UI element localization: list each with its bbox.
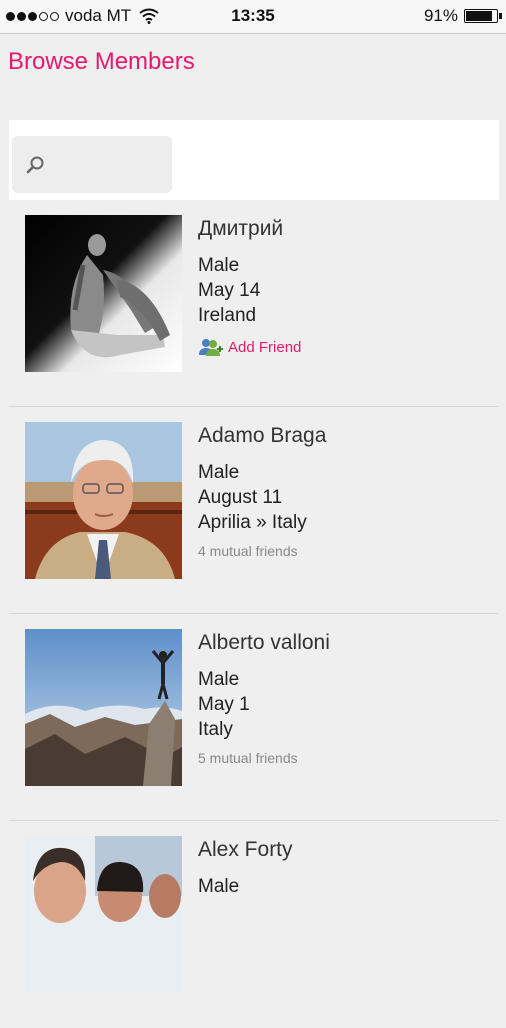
member-birthday: May 14: [198, 280, 261, 301]
add-friend-label[interactable]: Add Friend: [228, 339, 301, 356]
mutual-friends[interactable]: 5 mutual friends: [198, 750, 498, 766]
list-item[interactable]: Adamo Braga Male August 11 Aprilia » Ita…: [9, 407, 498, 614]
add-friend-button[interactable]: Add Friend: [198, 337, 498, 357]
search-input[interactable]: [52, 136, 171, 195]
member-name[interactable]: Adamo Braga: [198, 424, 498, 448]
avatar[interactable]: [25, 422, 182, 579]
member-name[interactable]: Alberto valloni: [198, 631, 498, 655]
member-gender: Male: [198, 462, 240, 483]
list-item[interactable]: Дмитрий Male May 14 Ireland Add Friend: [9, 200, 498, 407]
status-bar: voda MT 13:35 91%: [0, 0, 506, 34]
avatar[interactable]: [25, 629, 182, 786]
search-box[interactable]: [12, 136, 172, 195]
status-right: 91%: [423, 6, 502, 26]
member-name[interactable]: Дмитрий: [198, 217, 498, 241]
list-item[interactable]: Alex Forty Male: [9, 821, 498, 1028]
member-gender: Male: [198, 876, 240, 897]
member-info: Дмитрий Male May 14 Ireland Add Friend: [198, 217, 498, 357]
member-location: Ireland: [198, 305, 257, 326]
mutual-friends[interactable]: 4 mutual friends: [198, 543, 498, 559]
member-location: Aprilia » Italy: [198, 512, 307, 533]
member-birthday: August 11: [198, 487, 283, 508]
member-location: Italy: [198, 719, 233, 740]
member-list: Дмитрий Male May 14 Ireland Add Friend A…: [0, 200, 506, 1028]
member-info: Adamo Braga Male August 11 Aprilia » Ita…: [198, 424, 498, 559]
member-gender: Male: [198, 669, 240, 690]
avatar[interactable]: [25, 836, 182, 993]
member-info: Alex Forty Male: [198, 838, 498, 899]
list-item[interactable]: Alberto valloni Male May 1 Italy 5 mutua…: [9, 614, 498, 821]
battery-icon: [464, 9, 502, 23]
member-birthday: May 1: [198, 694, 250, 715]
member-info: Alberto valloni Male May 1 Italy 5 mutua…: [198, 631, 498, 766]
search-icon: [26, 156, 44, 174]
member-name[interactable]: Alex Forty: [198, 838, 498, 862]
add-friend-icon: [199, 339, 223, 356]
page-title: Browse Members: [8, 48, 195, 75]
avatar[interactable]: [25, 215, 182, 372]
battery-percent: 91%: [423, 6, 458, 25]
member-gender: Male: [198, 255, 240, 276]
search-bar: [9, 120, 499, 200]
